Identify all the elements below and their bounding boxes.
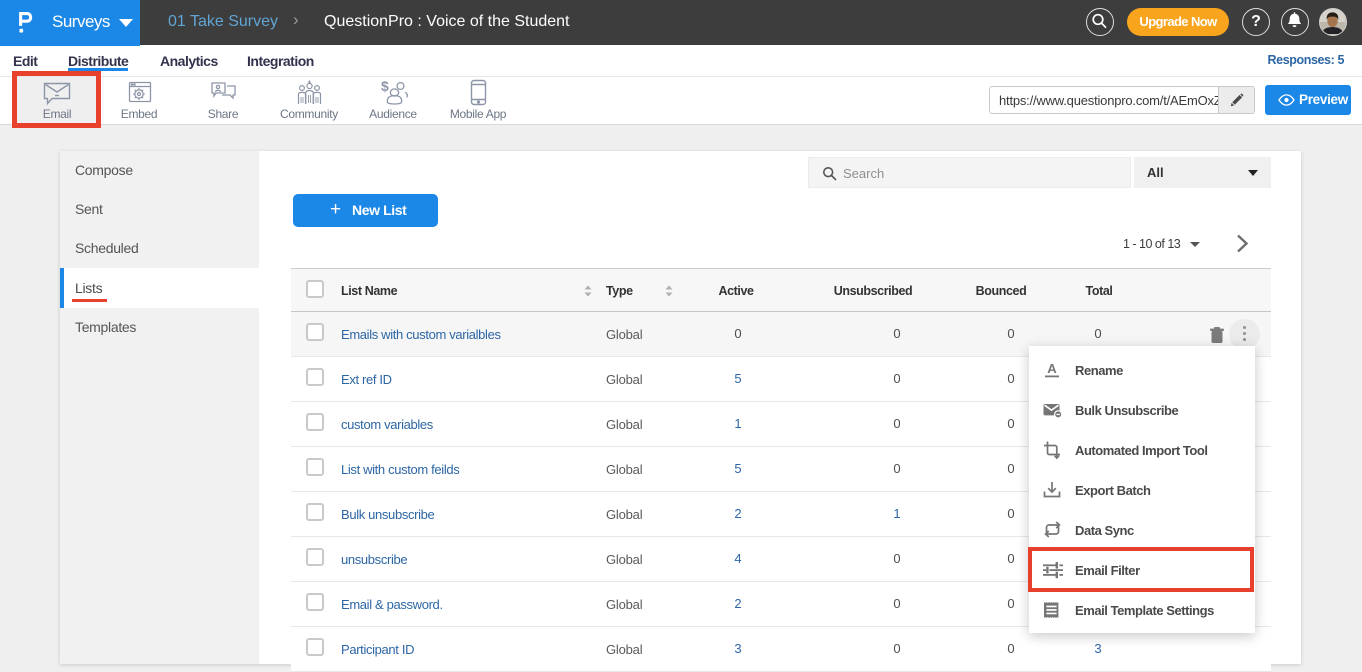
svg-text:A: A (1047, 361, 1057, 376)
svg-text:$: $ (381, 79, 389, 94)
